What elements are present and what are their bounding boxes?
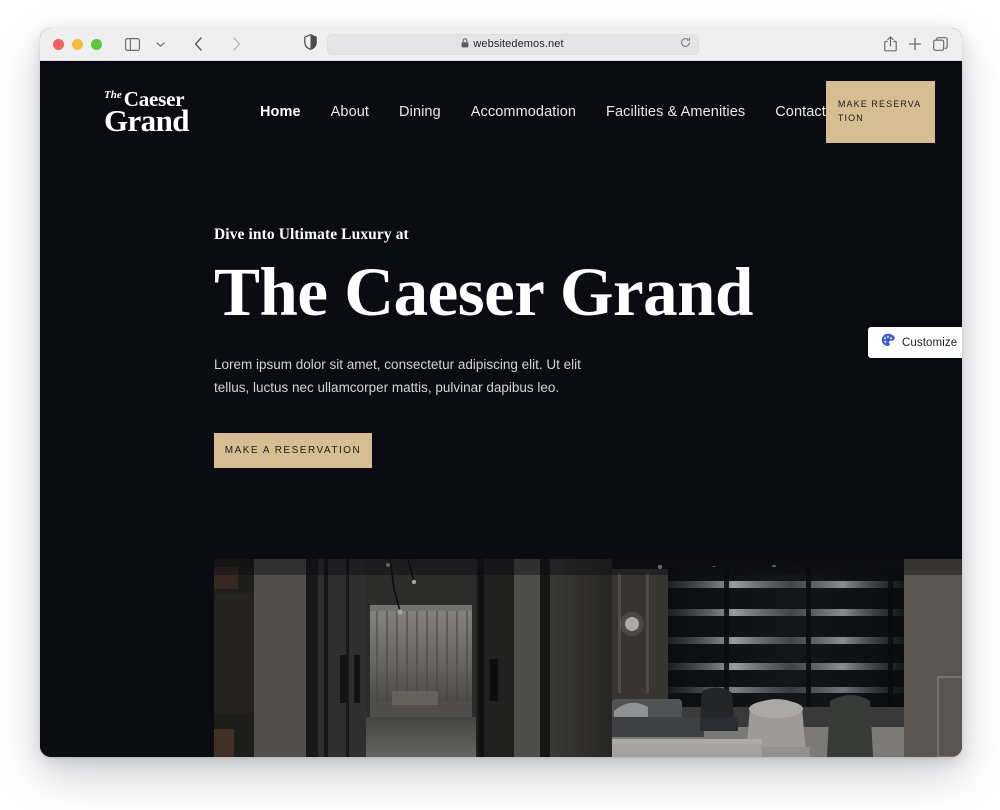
logo-grand-text: Grand bbox=[104, 102, 189, 138]
customize-widget[interactable]: Customize bbox=[868, 327, 962, 358]
site-header: TheCaeser Grand Home About Dining Accomm… bbox=[40, 61, 962, 163]
browser-window: websitedemos.net TheCaeser Grand Home Ab… bbox=[40, 28, 962, 757]
share-icon[interactable] bbox=[884, 36, 897, 52]
customize-label: Customize bbox=[902, 336, 958, 349]
url-text: websitedemos.net bbox=[473, 38, 564, 50]
back-button[interactable] bbox=[185, 32, 211, 56]
nav-item-home[interactable]: Home bbox=[260, 104, 301, 120]
window-controls bbox=[40, 38, 102, 50]
forward-button[interactable] bbox=[223, 32, 249, 56]
hero-eyebrow: Dive into Ultimate Luxury at bbox=[214, 226, 409, 243]
hero-make-reservation-button[interactable]: MAKE A RESERVATION bbox=[214, 433, 372, 469]
nav-item-about[interactable]: About bbox=[331, 104, 369, 120]
close-window-button[interactable] bbox=[53, 38, 64, 50]
hotel-interior-illustration bbox=[214, 559, 962, 757]
maximize-window-button[interactable] bbox=[91, 38, 102, 50]
minimize-window-button[interactable] bbox=[72, 38, 83, 50]
url-bar[interactable]: websitedemos.net bbox=[326, 33, 699, 55]
nav-item-dining[interactable]: Dining bbox=[399, 104, 441, 120]
logo-the-text: The bbox=[104, 88, 122, 101]
chevron-down-icon[interactable] bbox=[147, 32, 173, 56]
palette-icon bbox=[881, 333, 895, 352]
hero-section: Dive into Ultimate Luxury at The Caeser … bbox=[40, 163, 962, 469]
hero-image bbox=[214, 559, 962, 757]
privacy-shield-icon[interactable] bbox=[303, 33, 317, 55]
browser-toolbar: websitedemos.net bbox=[40, 28, 962, 61]
hero-paragraph: Lorem ipsum dolor sit amet, consectetur … bbox=[214, 357, 581, 396]
tab-overview-icon[interactable] bbox=[933, 37, 948, 51]
header-make-reservation-button[interactable]: MAKE RESERVATION bbox=[825, 81, 935, 143]
toolbar-right-controls bbox=[884, 36, 948, 52]
toolbar-left-controls bbox=[119, 32, 249, 56]
reload-icon[interactable] bbox=[680, 35, 691, 53]
website-viewport: TheCaeser Grand Home About Dining Accomm… bbox=[40, 61, 962, 757]
nav-item-contact[interactable]: Contact bbox=[775, 104, 826, 120]
plus-icon[interactable] bbox=[908, 37, 922, 51]
main-navigation: Home About Dining Accommodation Faciliti… bbox=[260, 104, 826, 120]
lock-icon bbox=[461, 35, 469, 53]
url-content: websitedemos.net bbox=[461, 35, 564, 53]
hero-title: The Caeser Grand bbox=[214, 254, 753, 330]
site-logo[interactable]: TheCaeser Grand bbox=[104, 88, 203, 138]
sidebar-icon[interactable] bbox=[119, 32, 145, 56]
nav-item-facilities[interactable]: Facilities & Amenities bbox=[606, 104, 745, 120]
nav-item-accommodation[interactable]: Accommodation bbox=[471, 104, 576, 120]
